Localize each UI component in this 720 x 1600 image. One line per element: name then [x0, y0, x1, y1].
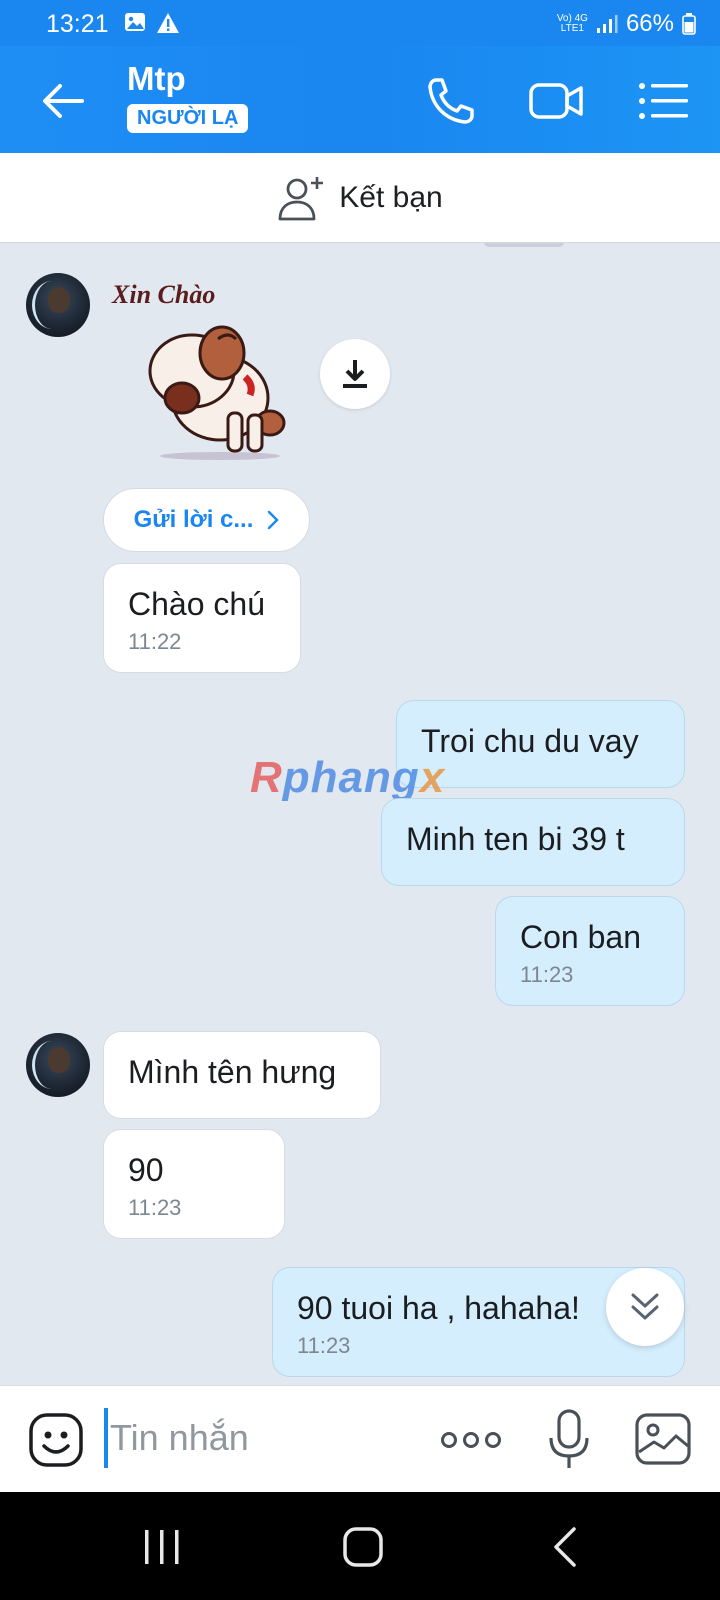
message-bubble[interactable]: Minh ten bi 39 t	[381, 798, 685, 886]
message-input-bar	[0, 1385, 720, 1492]
avatar[interactable]	[26, 273, 90, 337]
message-bubble[interactable]: Chào chú 11:22	[103, 563, 301, 673]
message-text: Minh ten bi 39 t	[406, 821, 625, 857]
quick-reply-chip[interactable]: Gửi lời c...	[103, 488, 310, 552]
chat-header: Mtp NGƯỜI LẠ	[0, 46, 720, 153]
watermark: Rphangx	[250, 753, 446, 802]
message-bubble[interactable]: 90 11:23	[103, 1129, 285, 1239]
double-chevron-down-icon	[631, 1293, 659, 1320]
battery-percent: 66%	[625, 10, 674, 37]
more-dots-icon[interactable]	[440, 1420, 502, 1460]
home-icon[interactable]	[341, 1526, 385, 1568]
previous-message-edge	[484, 243, 564, 247]
recent-apps-icon[interactable]	[140, 1526, 184, 1568]
signal-icon	[596, 15, 618, 33]
chat-title-block[interactable]: Mtp NGƯỜI LẠ	[127, 60, 249, 133]
emoji-icon[interactable]	[28, 1412, 84, 1468]
warning-icon	[157, 13, 179, 33]
download-sticker-button[interactable]	[320, 339, 390, 409]
chat-name: Mtp	[127, 60, 186, 97]
message-input[interactable]	[104, 1408, 404, 1468]
quick-reply-label: Gửi lời c...	[133, 506, 254, 533]
message-bubble[interactable]: Con ban 11:23	[495, 896, 685, 1006]
message-time: 11:23	[297, 1333, 351, 1358]
chat-message-list[interactable]: Xin Chào Gửi lời c... Chào chú 11:22 Tro…	[0, 243, 720, 1385]
battery-icon	[682, 13, 696, 35]
add-friend-bar[interactable]: Kết bạn	[0, 153, 720, 243]
image-icon	[125, 13, 145, 31]
message-text: Mình tên hưng	[128, 1054, 337, 1090]
status-time: 13:21	[46, 10, 109, 38]
avatar[interactable]	[26, 1033, 90, 1097]
add-friend-label: Kết bạn	[339, 180, 443, 214]
system-nav-bar	[0, 1492, 720, 1600]
download-icon	[343, 360, 367, 388]
message-text: Troi chu du vay	[421, 723, 639, 759]
message-text: Con ban	[520, 919, 641, 955]
message-bubble[interactable]: Mình tên hưng	[103, 1031, 381, 1119]
video-camera-icon[interactable]	[528, 74, 584, 128]
image-gallery-icon[interactable]	[634, 1412, 692, 1466]
back-arrow-icon[interactable]	[38, 76, 88, 126]
message-time: 11:23	[128, 1195, 182, 1220]
dog-sticker[interactable]: Xin Chào	[110, 273, 300, 463]
back-icon[interactable]	[544, 1526, 588, 1568]
stranger-badge: NGƯỜI LẠ	[127, 104, 249, 133]
chevron-right-icon	[268, 510, 280, 530]
message-text: Chào chú	[128, 586, 265, 622]
message-text: 90	[128, 1152, 164, 1188]
menu-list-icon[interactable]	[636, 74, 692, 128]
scroll-to-bottom-button[interactable]	[606, 1268, 684, 1346]
status-bar: 13:21 Vo) 4G LTE1 66%	[0, 0, 720, 46]
message-time: 11:22	[128, 629, 182, 654]
message-time: 11:23	[520, 962, 574, 987]
sticker-text: Xin Chào	[111, 280, 215, 309]
network-type-bottom: LTE1	[560, 23, 584, 34]
add-user-icon	[278, 176, 324, 220]
microphone-icon[interactable]	[546, 1408, 592, 1472]
phone-icon[interactable]	[424, 74, 480, 128]
